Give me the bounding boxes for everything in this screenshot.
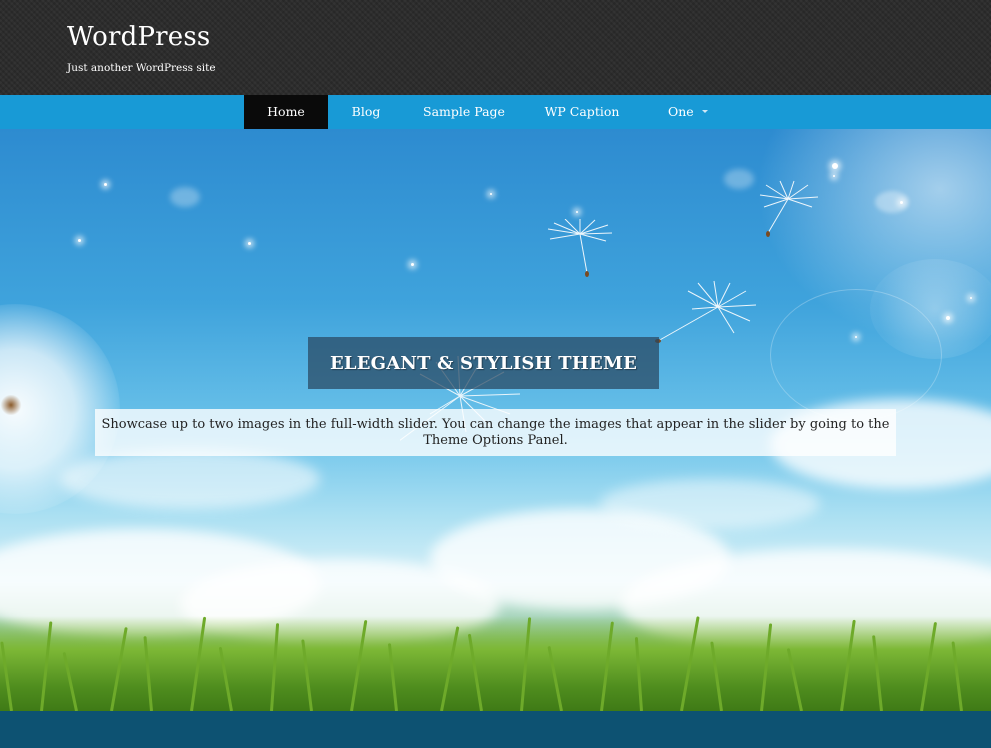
site-title-link[interactable]: WordPress (67, 22, 210, 52)
hero-slider: ELEGANT & STYLISH THEME Showcase up to t… (0, 129, 991, 711)
nav-item-label: Blog (351, 104, 381, 119)
slide-caption: Showcase up to two images in the full-wi… (101, 416, 890, 448)
main-navigation: Home Blog Sample Page WP Caption One (0, 95, 991, 129)
nav-item-blog[interactable]: Blog (328, 95, 404, 129)
nav-menu: Home Blog Sample Page WP Caption One (244, 95, 722, 129)
slide-caption-box: Showcase up to two images in the full-wi… (95, 409, 896, 456)
nav-item-label: Home (267, 104, 305, 119)
nav-item-home[interactable]: Home (244, 95, 328, 129)
site-tagline: Just another WordPress site (67, 62, 216, 74)
nav-item-label: One (668, 104, 694, 119)
slide-title-box: ELEGANT & STYLISH THEME (308, 337, 659, 389)
footer-strip (0, 711, 991, 748)
nav-item-one[interactable]: One (640, 95, 722, 129)
dropdown-caret-icon (702, 110, 708, 113)
nav-item-sample-page[interactable]: Sample Page (404, 95, 524, 129)
nav-item-label: Sample Page (423, 104, 505, 119)
nav-item-label: WP Caption (544, 104, 620, 119)
site-header: WordPress Just another WordPress site (0, 0, 991, 95)
slide-title: ELEGANT & STYLISH THEME (329, 352, 638, 374)
nav-item-wp-caption[interactable]: WP Caption (524, 95, 640, 129)
